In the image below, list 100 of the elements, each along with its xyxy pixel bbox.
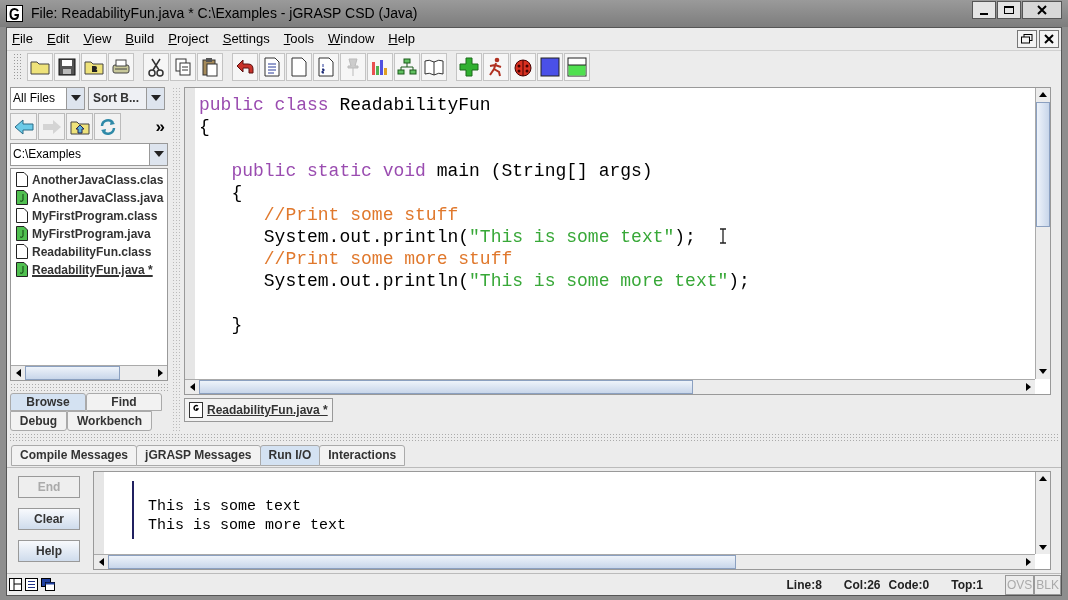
paste-button[interactable] — [197, 53, 223, 82]
filename-entry[interactable]: ReadabilityFun.java * — [32, 260, 153, 279]
close-button[interactable] — [1022, 0, 1062, 19]
tab[interactable]: Compile Messages — [11, 444, 138, 466]
folder-dropdown[interactable]: C:\Examples — [10, 142, 168, 166]
tab[interactable]: Browse — [10, 392, 86, 411]
scroll-thumb[interactable] — [1036, 101, 1050, 227]
tab[interactable]: jGRASP Messages — [136, 444, 261, 466]
code-text: ReadabilityFun — [339, 94, 491, 115]
tab[interactable]: Run I/O — [259, 444, 321, 466]
sort-dropdown[interactable]: Sort B... — [88, 86, 165, 110]
document-button[interactable] — [286, 53, 312, 82]
code-keyword: public static void — [230, 160, 427, 181]
overwrite-indicator: OVS — [1004, 574, 1035, 595]
horizontal-scrollbar[interactable] — [185, 378, 1035, 394]
document-tab[interactable]: ReadabilityFun.java * — [184, 397, 333, 422]
refresh-button[interactable] — [94, 113, 121, 141]
scroll-thumb[interactable] — [199, 379, 693, 394]
scroll-left-arrow-icon[interactable] — [189, 382, 195, 391]
add-button[interactable] — [456, 53, 482, 82]
menu-item[interactable]: Window — [328, 29, 375, 49]
save-button[interactable] — [54, 53, 80, 82]
cut-button[interactable] — [143, 53, 169, 82]
bar-chart-button[interactable] — [367, 53, 393, 82]
print-button[interactable] — [108, 53, 134, 82]
undo-button[interactable] — [232, 53, 258, 82]
button[interactable]: Clear — [18, 507, 80, 530]
menu-item[interactable]: Build — [125, 29, 155, 49]
tab[interactable]: Interactions — [319, 444, 406, 466]
menu-item[interactable]: Settings — [222, 29, 270, 49]
menu-item[interactable]: Help — [388, 29, 416, 49]
numbered-document-button[interactable] — [313, 53, 339, 82]
java-file-icon — [16, 262, 28, 278]
vertical-scrollbar[interactable] — [1035, 87, 1050, 379]
document-icon — [288, 56, 310, 79]
list-icon[interactable] — [25, 578, 38, 592]
code-text: } — [230, 314, 243, 335]
tab[interactable]: Find — [86, 392, 162, 411]
square-icon — [539, 56, 561, 79]
scroll-thumb[interactable] — [25, 365, 120, 380]
more-button[interactable]: » — [155, 113, 165, 140]
java-file-icon — [16, 226, 28, 242]
button[interactable]: Help — [18, 539, 80, 562]
scroll-up-arrow-icon[interactable] — [1039, 476, 1047, 482]
code-text: { — [199, 116, 210, 137]
output-line: This is some text — [148, 496, 303, 516]
windows-icon[interactable] — [41, 578, 55, 592]
scroll-left-arrow-icon[interactable] — [98, 558, 104, 567]
menu-item[interactable]: Tools — [283, 29, 315, 49]
filename-entry[interactable]: ReadabilityFun.class — [32, 242, 152, 261]
scroll-thumb[interactable] — [108, 555, 736, 570]
debug-button[interactable] — [510, 53, 536, 82]
tab[interactable]: Debug — [10, 410, 67, 431]
filename-entry[interactable]: AnotherJavaClass.java — [32, 188, 164, 207]
minimize-button[interactable] — [972, 0, 996, 19]
filename-entry[interactable]: MyFirstProgram.java — [32, 224, 151, 243]
maximize-button[interactable] — [997, 0, 1021, 19]
horizontal-scrollbar[interactable] — [94, 554, 1035, 570]
plus-icon — [458, 56, 480, 79]
scroll-right-arrow-icon[interactable] — [157, 368, 163, 377]
code-comment: //Print some more stuff — [262, 248, 513, 269]
close-document-button[interactable] — [1039, 29, 1059, 48]
split-panel-button[interactable] — [564, 53, 590, 82]
menu-item[interactable]: View — [83, 29, 112, 49]
scroll-up-arrow-icon[interactable] — [1039, 92, 1047, 98]
browse-folder-button[interactable] — [81, 53, 107, 82]
menu-item[interactable]: Edit — [46, 29, 70, 49]
restore-button[interactable] — [1017, 29, 1037, 48]
code-text: System.out.println( — [262, 226, 470, 247]
scroll-right-arrow-icon[interactable] — [1025, 558, 1031, 567]
tab[interactable]: Workbench — [67, 410, 152, 431]
filename-entry[interactable]: MyFirstProgram.class — [32, 206, 158, 225]
folder-up-icon — [69, 118, 90, 135]
scroll-down-arrow-icon[interactable] — [1039, 544, 1047, 550]
scroll-down-arrow-icon[interactable] — [1039, 369, 1047, 375]
java-file-icon — [16, 190, 28, 206]
output-line: This is some more text — [148, 515, 348, 535]
filename-entry[interactable]: AnotherJavaClass.clas — [32, 170, 164, 189]
vertical-scrollbar[interactable] — [1035, 471, 1050, 555]
layout-icon[interactable] — [9, 578, 22, 592]
scroll-left-arrow-icon[interactable] — [15, 368, 21, 377]
square-button[interactable] — [537, 53, 563, 82]
copy-icon — [172, 56, 194, 79]
code-string: "This is some text" — [469, 226, 675, 247]
line-indicator: Line:8 — [786, 576, 822, 594]
up-folder-button[interactable] — [66, 113, 93, 141]
menu-item[interactable]: File — [12, 29, 33, 49]
horizontal-scrollbar[interactable] — [11, 364, 167, 380]
filter-dropdown[interactable]: All Files — [10, 86, 85, 110]
code-comment: //Print some stuff — [262, 204, 459, 225]
scroll-right-arrow-icon[interactable] — [1025, 382, 1031, 391]
numbered-document-icon — [315, 56, 337, 79]
run-button[interactable] — [483, 53, 509, 82]
code-indicator: Code:0 — [888, 576, 930, 594]
file-icon — [16, 208, 28, 224]
menu-item[interactable]: Project — [168, 29, 209, 49]
back-button[interactable] — [10, 113, 37, 141]
hierarchy-button[interactable] — [394, 53, 420, 82]
book-button[interactable] — [421, 53, 447, 82]
code-text: { — [230, 182, 243, 203]
